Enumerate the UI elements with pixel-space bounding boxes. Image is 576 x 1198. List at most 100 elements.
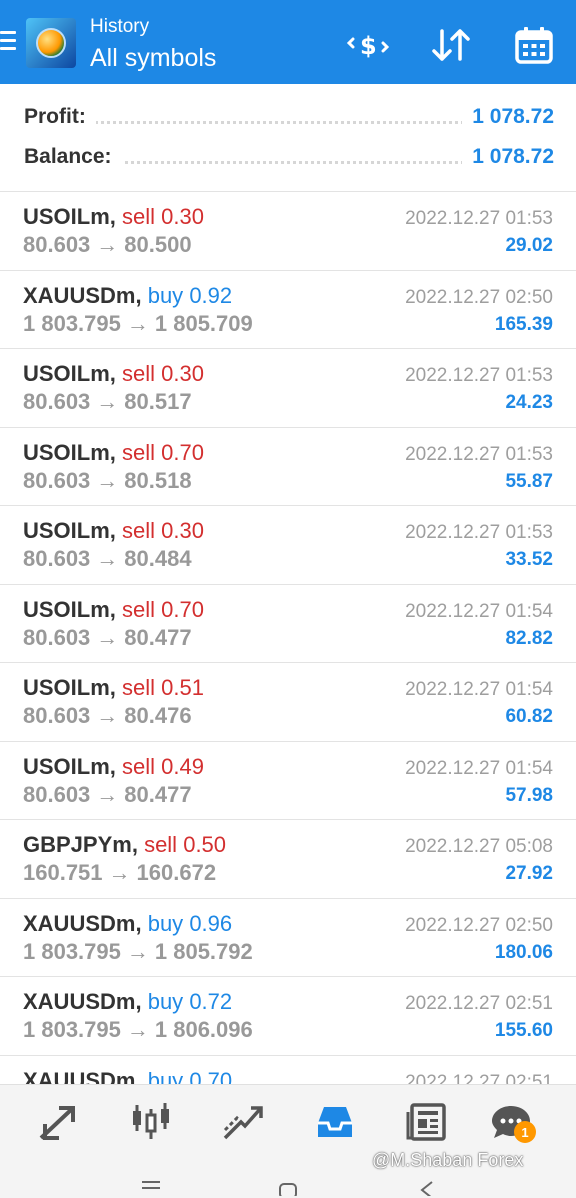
arrow-right-icon: → (96, 624, 119, 650)
trade-profit: 55.87 (505, 470, 553, 492)
trade-row[interactable]: XAUUSDm, buy 0.92 1 803.795 → 1 805.709 2022… (0, 271, 576, 349)
trade-side: sell (122, 753, 156, 779)
trade-title: GBPJPYm, sell 0.50 (23, 832, 226, 858)
open-price: 1 803.795 (23, 310, 121, 336)
bottom-navigation: 1 (0, 1084, 576, 1158)
trade-side: sell (122, 204, 156, 229)
trade-time: 2022.12.27 02:50 (405, 286, 553, 308)
trade-side: buy (147, 989, 184, 1014)
menu-icon[interactable] (0, 31, 16, 53)
watermark: @M.Shaban Forex (372, 1150, 524, 1170)
trade-prices: 80.603 → 80.484 (23, 546, 192, 572)
quotes-icon[interactable] (36, 1099, 82, 1145)
trade-side: sell (122, 439, 156, 465)
trade-symbol: GBPJPYm, (23, 832, 138, 857)
trade-prices: 80.603 → 80.476 (23, 703, 192, 729)
open-price: 80.603 (23, 232, 91, 257)
trade-time: 2022.12.27 01:54 (405, 679, 553, 700)
currency-exchange-icon[interactable]: $ (346, 22, 392, 68)
trade-profit: 60.82 (505, 706, 553, 727)
arrow-right-icon: → (126, 310, 149, 336)
trade-side: sell (122, 596, 156, 622)
trade-title: USOILm, sell 0.30 (23, 204, 204, 230)
close-price: 80.477 (124, 781, 192, 807)
sort-icon[interactable] (428, 22, 474, 68)
trade-prices: 80.603 → 80.500 (23, 232, 192, 258)
recents-icon[interactable] (140, 1178, 162, 1198)
trade-time: 2022.12.27 01:54 (405, 757, 553, 779)
chart-icon[interactable] (128, 1099, 174, 1145)
calendar-icon[interactable] (511, 22, 557, 68)
trade-row[interactable]: USOILm, sell 0.30 80.603 → 80.500 2022.12.27… (0, 192, 576, 271)
open-price: 80.603 (23, 546, 91, 571)
close-price: 160.672 (136, 860, 217, 885)
trade-side: buy (147, 910, 184, 936)
trade-row[interactable]: USOILm, sell 0.51 80.603 → 80.476 2022.12.27… (0, 663, 576, 742)
home-icon[interactable] (277, 1178, 299, 1198)
trade-side: sell (144, 832, 178, 857)
close-price: 1 805.709 (154, 310, 253, 336)
close-price: 1 805.792 (154, 938, 253, 964)
trade-time: 2022.12.27 02:50 (405, 914, 553, 936)
trade-time: 2022.12.27 01:54 (405, 600, 553, 622)
trade-title: USOILm, sell 0.30 (23, 361, 204, 387)
trade-row[interactable]: USOILm, sell 0.70 80.603 → 80.477 2022.12.27… (0, 585, 576, 663)
trade-time: 2022.12.27 02:51 (405, 993, 553, 1014)
trade-prices: 80.603 → 80.518 (23, 468, 192, 494)
trade-history-list[interactable]: USOILm, sell 0.30 80.603 → 80.500 2022.12.27… (0, 192, 576, 1134)
arrow-right-icon: → (126, 938, 149, 964)
trade-title: USOILm, sell 0.30 (23, 518, 204, 544)
trade-symbol: XAUUSDm, (23, 910, 142, 936)
trade-title: USOILm, sell 0.49 (23, 754, 204, 780)
trade-row[interactable]: USOILm, sell 0.49 80.603 → 80.477 2022.12.27… (0, 742, 576, 820)
trade-row[interactable]: USOILm, sell 0.30 80.603 → 80.517 2022.12.27… (0, 349, 576, 428)
trade-volume: 0.30 (161, 518, 204, 543)
profit-value: 1 078.72 (462, 105, 554, 129)
app-logo (26, 18, 76, 68)
trade-volume: 0.30 (161, 361, 204, 386)
trade-profit: 165.39 (494, 313, 553, 335)
balance-row: Balance: 1 078.72 (24, 145, 554, 175)
trade-profit: 180.06 (494, 941, 553, 963)
app-bar: History All symbols $ (0, 0, 576, 84)
trade-icon[interactable] (220, 1099, 266, 1145)
back-icon[interactable] (414, 1178, 436, 1198)
trade-profit: 24.23 (505, 392, 553, 413)
trade-symbol: XAUUSDm, (23, 989, 142, 1014)
history-icon[interactable] (312, 1099, 358, 1145)
trade-profit: 33.52 (505, 549, 553, 570)
trade-time: 2022.12.27 01:53 (405, 522, 553, 543)
trade-symbol: USOILm, (23, 361, 116, 386)
account-summary: Profit: 1 078.72 Balance: 1 078.72 (0, 84, 576, 192)
open-price: 80.603 (23, 389, 91, 414)
open-price: 160.751 (23, 860, 103, 885)
trade-row[interactable]: USOILm, sell 0.70 80.603 → 80.518 2022.12.27… (0, 428, 576, 506)
trade-prices: 80.603 → 80.477 (23, 782, 192, 808)
open-price: 1 803.795 (23, 938, 121, 964)
arrow-right-icon: → (126, 1017, 149, 1042)
arrow-right-icon: → (96, 781, 119, 807)
trade-side: sell (122, 675, 156, 700)
trade-time: 2022.12.27 01:53 (405, 443, 553, 465)
trade-row[interactable]: USOILm, sell 0.30 80.603 → 80.484 2022.12.27… (0, 506, 576, 585)
trade-volume: 0.70 (161, 439, 204, 465)
symbol-filter-title[interactable]: All symbols (90, 44, 216, 73)
trade-symbol: USOILm, (23, 518, 116, 543)
svg-text:$: $ (360, 32, 377, 60)
trade-row[interactable]: GBPJPYm, sell 0.50 160.751 → 160.672 2022.12… (0, 820, 576, 899)
balance-label: Balance: (24, 145, 122, 169)
trade-volume: 0.96 (189, 910, 233, 936)
trade-row[interactable]: XAUUSDm, buy 0.96 1 803.795 → 1 805.792 2022… (0, 899, 576, 977)
trade-title: XAUUSDm, buy 0.72 (23, 989, 232, 1015)
trade-prices: 80.603 → 80.517 (23, 389, 192, 415)
trade-volume: 0.92 (189, 282, 233, 308)
trade-row[interactable]: XAUUSDm, buy 0.72 1 803.795 → 1 806.096 2022… (0, 977, 576, 1056)
close-price: 1 806.096 (154, 1017, 253, 1042)
trade-volume: 0.51 (161, 675, 204, 700)
news-icon[interactable] (404, 1099, 450, 1145)
trade-symbol: USOILm, (23, 675, 116, 700)
trade-symbol: USOILm, (23, 753, 116, 779)
trade-profit: 155.60 (494, 1020, 553, 1041)
chat-icon[interactable]: 1 (488, 1099, 536, 1145)
trade-symbol: USOILm, (23, 439, 116, 465)
